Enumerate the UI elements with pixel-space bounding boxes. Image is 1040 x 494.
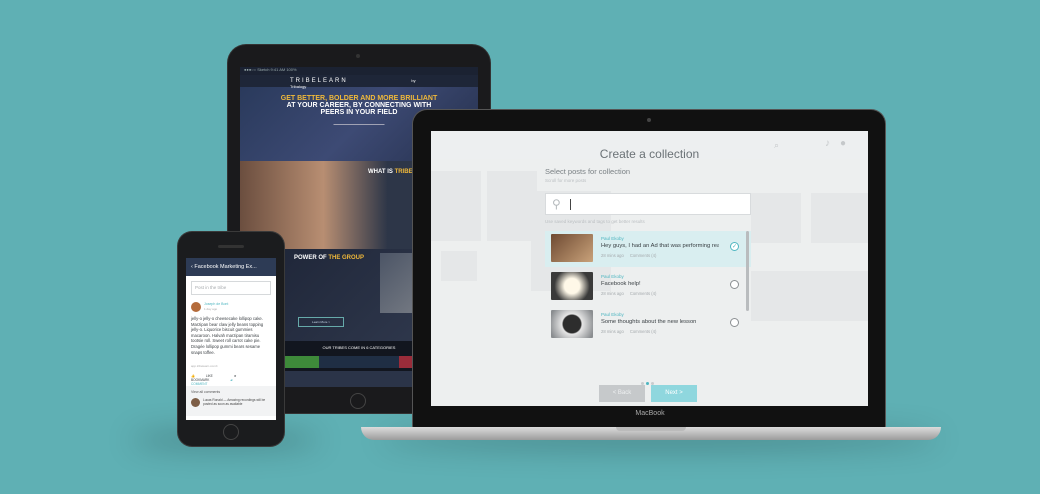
post-author-name[interactable]: Joseph de Bont: [204, 302, 228, 306]
laptop-camera: [647, 118, 651, 122]
post-title: Some thoughts about the new lesson: [601, 319, 697, 325]
post-thumbnail: [551, 310, 593, 338]
laptop-notch: [616, 427, 686, 431]
page-dot-active[interactable]: [646, 382, 649, 385]
post-author[interactable]: Paul Ekoby: [601, 312, 624, 317]
post-author[interactable]: Paul Ekoby: [601, 236, 624, 241]
post-meta: 28 mins ago Comments (4): [601, 329, 662, 334]
tribe-category-2[interactable]: [319, 356, 399, 368]
avatar[interactable]: [191, 302, 201, 312]
post-comments[interactable]: Comments (4): [630, 291, 657, 296]
post-actions: 👍 LIKE ★ BOOKMARK ▰ COMMENT: [191, 374, 271, 386]
post-time: 28 mins ago: [601, 253, 624, 258]
post-select-radio[interactable]: ✓: [730, 242, 739, 251]
post-item[interactable]: Paul Ekoby Facebook help! 28 mins ago Com…: [545, 269, 751, 305]
post-select-radio[interactable]: [730, 318, 739, 327]
post-time: 1 day ago: [204, 307, 218, 311]
post-list: Paul Ekoby Hey guys, I had an Ad that wa…: [545, 231, 751, 338]
post-item[interactable]: Paul Ekoby Hey guys, I had an Ad that wa…: [545, 231, 751, 267]
post-comments[interactable]: Comments (4): [630, 329, 657, 334]
modal-title: Create a collection: [599, 147, 700, 161]
post-select-radio[interactable]: [730, 280, 739, 289]
text-caret: [570, 199, 571, 210]
post-time: 28 mins ago: [601, 329, 624, 334]
post-list-scrollbar[interactable]: [746, 231, 749, 311]
phone-screen: ‹ Facebook Marketing Ex... Post in the t…: [186, 258, 276, 420]
commenter-avatar[interactable]: [191, 398, 200, 407]
post-thumbnail: [551, 272, 593, 300]
learn-more-button[interactable]: Learn More >: [298, 317, 344, 327]
phone-speaker: [218, 245, 244, 248]
comments-section: View all comments Lucas Ronald — Amazing…: [186, 386, 276, 416]
modal-hint: Scroll for more posts: [545, 178, 587, 183]
laptop-screen: ⌕ ♪ ● Create a collection Select posts f…: [431, 131, 868, 406]
search-hint: Use saved keywords and tags to get bette…: [545, 219, 645, 224]
create-collection-modal: Select posts for collection Scroll for m…: [543, 167, 759, 403]
phone-header: ‹ Facebook Marketing Ex...: [186, 258, 276, 276]
hero-line-1: GET BETTER, BOLDER AND MORE BRILLIANT: [280, 95, 438, 102]
power-heading: POWER OF THE GROUP: [294, 255, 365, 261]
post-thumbnail: [551, 234, 593, 262]
view-all-comments-link[interactable]: View all comments: [191, 390, 220, 394]
post-comments[interactable]: Comments (4): [630, 253, 657, 258]
hero-line-2: AT YOUR CAREER, BY CONNECTING WITH: [286, 102, 432, 109]
macbook-label: MacBook: [635, 410, 665, 417]
phone-device: ‹ Facebook Marketing Ex... Post in the t…: [178, 232, 284, 446]
post-title: Facebook help!: [601, 281, 641, 287]
laptop-lid: ⌕ ♪ ● Create a collection Select posts f…: [413, 110, 885, 428]
search-input[interactable]: ⚲: [545, 193, 751, 215]
comment-icon: ▰: [230, 378, 233, 382]
tablet-home-button[interactable]: [350, 393, 366, 409]
post-meta: 28 mins ago Comments (4): [601, 291, 662, 296]
post-meta: 28 mins ago Comments (4): [601, 253, 662, 258]
back-chevron-icon[interactable]: ‹: [191, 264, 193, 270]
post-in-tribe-input[interactable]: Post in the tribe: [191, 281, 271, 295]
post-link[interactable]: app.tribelearn.com/t: [191, 364, 218, 368]
laptop-base: [361, 427, 941, 440]
next-button[interactable]: Next >: [651, 385, 697, 402]
phone-header-title: Facebook Marketing Ex...: [194, 264, 257, 270]
post-title: Hey guys, I had an Ad that was performin…: [601, 243, 719, 249]
search-icon: ⚲: [552, 197, 561, 211]
tablet-camera: [356, 54, 360, 58]
tablet-status-bar: ●●●○○ Sketch 9:41 AM 100%: [240, 67, 478, 75]
modal-subtitle: Select posts for collection: [545, 167, 631, 176]
post-time: 28 mins ago: [601, 291, 624, 296]
post-item[interactable]: Paul Ekoby Some thoughts about the new l…: [545, 307, 751, 343]
comment-text: Lucas Ronald — Amazing recordings will b…: [203, 398, 266, 407]
back-button[interactable]: < Back: [599, 385, 645, 402]
post-body: jelly-o jelly-o cheesecake lollipop cake…: [191, 316, 264, 355]
tablet-navbar: TRIBELEARN by Tribalogy: [240, 75, 478, 89]
phone-post: Joseph de Bont 1 day ago jelly-o jelly-o…: [186, 300, 276, 416]
phone-home-button[interactable]: [223, 424, 239, 440]
post-author[interactable]: Paul Ekoby: [601, 274, 624, 279]
